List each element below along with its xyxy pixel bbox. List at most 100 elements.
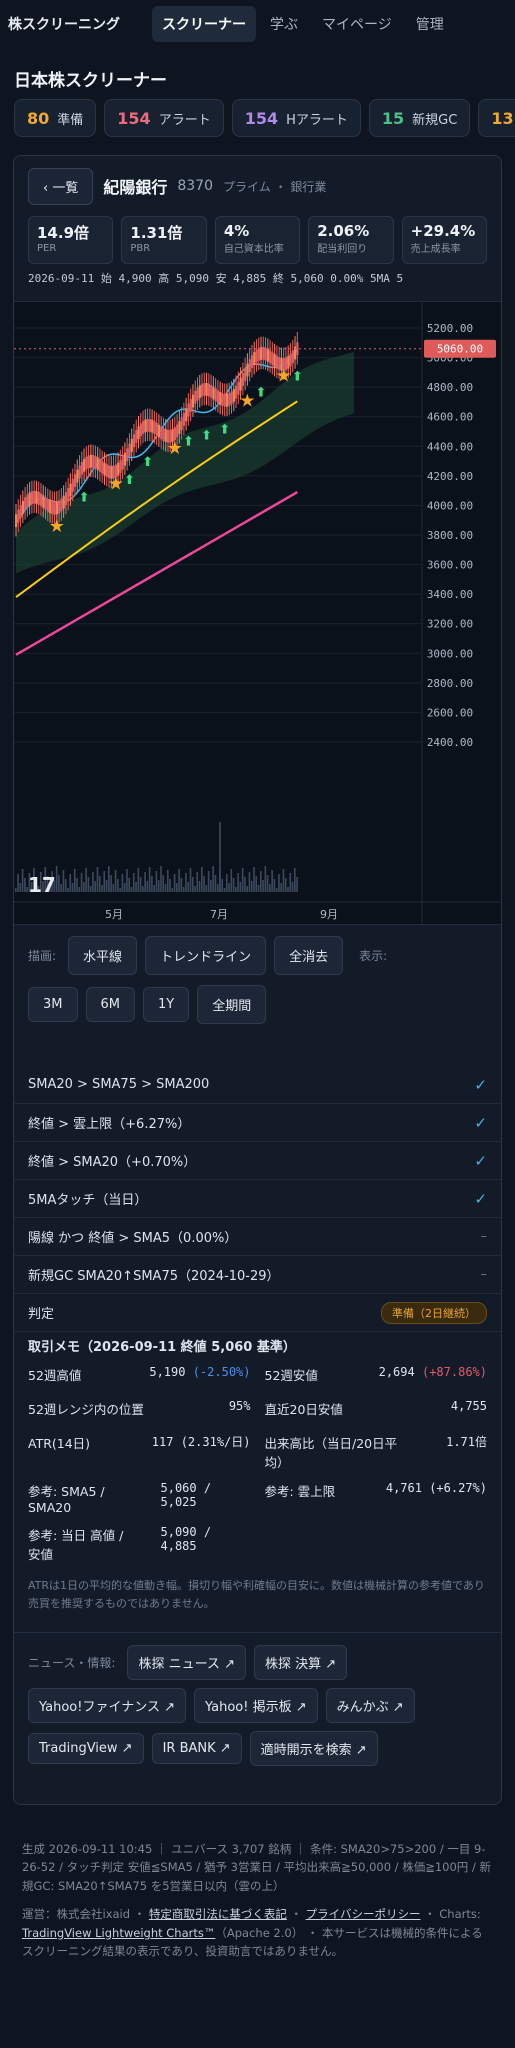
nav-admin[interactable]: 管理 bbox=[406, 6, 454, 42]
memo-sma: 参考: SMA5 / SMA20 5,060 / 5,025 bbox=[28, 1481, 212, 1515]
range-1y-button[interactable]: 1Y bbox=[143, 987, 190, 1022]
chart-svg[interactable]: 5200.005000.004800.004600.004400.004200.… bbox=[14, 302, 502, 926]
candle-body bbox=[123, 452, 127, 466]
candle-body bbox=[35, 491, 38, 504]
volume-bar bbox=[62, 870, 65, 892]
candle-body bbox=[71, 478, 74, 492]
candle-body bbox=[223, 393, 226, 407]
tradingview-link[interactable]: TradingView ↗ bbox=[28, 1733, 144, 1764]
nav-mypage[interactable]: マイページ bbox=[312, 6, 402, 42]
volume-bar bbox=[121, 874, 124, 892]
candle-body bbox=[201, 383, 204, 397]
x-tick-label: 5月 bbox=[105, 908, 123, 921]
candle-body bbox=[235, 385, 238, 399]
candle-body bbox=[58, 500, 61, 514]
clear-all-button[interactable]: 全消去 bbox=[274, 936, 344, 975]
check-icon: ✓ bbox=[474, 1151, 487, 1170]
price-chart[interactable]: 5200.00 5000.00 4800.00 4600.00 4400.00 4200.… bbox=[14, 301, 502, 926]
tokushoho-link[interactable]: 特定商取引法に基づく表記 bbox=[149, 1907, 287, 1921]
chip-more[interactable]: 13 bbox=[478, 99, 515, 137]
volume-bar bbox=[178, 869, 180, 892]
volume-bar bbox=[24, 878, 26, 892]
candle-body bbox=[216, 390, 220, 404]
candle-body bbox=[162, 428, 165, 441]
volume-bar bbox=[78, 887, 81, 892]
volume-bar bbox=[139, 877, 142, 892]
candle-body bbox=[253, 352, 256, 365]
candle-body bbox=[144, 419, 147, 433]
check-item: 5MAタッチ（当日） ✓ bbox=[14, 1180, 501, 1218]
volume-bar bbox=[130, 887, 133, 892]
volume-bar bbox=[85, 868, 87, 892]
chip-new-gc[interactable]: 15 新規GC bbox=[368, 99, 471, 137]
nav-screener[interactable]: スクリーナー bbox=[152, 6, 256, 42]
candle-body bbox=[46, 498, 49, 512]
candle-body bbox=[180, 417, 183, 431]
candle-body bbox=[21, 500, 25, 514]
chip-alert[interactable]: 154 アラート bbox=[104, 99, 224, 137]
volume-bar bbox=[280, 883, 283, 892]
dash-icon: – bbox=[480, 1229, 488, 1244]
kabutan-news-link[interactable]: 株探 ニュース ↗ bbox=[127, 1645, 246, 1680]
candle-body bbox=[80, 461, 83, 475]
candle-body bbox=[241, 372, 245, 386]
volume-bar bbox=[64, 879, 67, 892]
volume-bar bbox=[142, 886, 144, 892]
tradingview-logo-icon: 17 bbox=[28, 873, 56, 897]
volume-bar bbox=[173, 874, 176, 892]
volume-bar bbox=[137, 868, 140, 892]
volume-bar bbox=[189, 868, 192, 892]
volume-bar bbox=[225, 874, 228, 892]
candle-body bbox=[51, 501, 54, 515]
x-tick-label: 7月 bbox=[210, 908, 228, 921]
back-to-list-button[interactable]: ‹ 一覧 bbox=[28, 167, 94, 205]
x-tick-label: 9月 bbox=[320, 908, 338, 921]
volume-bar bbox=[216, 884, 219, 892]
irbank-link[interactable]: IR BANK ↗ bbox=[151, 1733, 242, 1764]
volume-bar bbox=[194, 886, 196, 892]
check-item: 新規GC SMA20↑SMA75（2024-10-29） – bbox=[14, 1256, 501, 1294]
candle-body bbox=[153, 421, 156, 434]
candle-body bbox=[28, 492, 31, 506]
candle-body bbox=[151, 419, 154, 433]
lightweight-charts-link[interactable]: TradingView Lightweight Charts™ bbox=[22, 1926, 215, 1940]
volume-bar bbox=[253, 867, 255, 892]
candle-body bbox=[255, 349, 258, 363]
trendline-button[interactable]: トレンドライン bbox=[145, 936, 267, 975]
range-6m-button[interactable]: 6M bbox=[85, 987, 135, 1022]
privacy-link[interactable]: プライバシーポリシー bbox=[306, 1907, 421, 1921]
kabutan-earnings-link[interactable]: 株探 決算 ↗ bbox=[253, 1645, 348, 1680]
horizontal-line-button[interactable]: 水平線 bbox=[68, 936, 138, 975]
tdnet-search-link[interactable]: 適時開示を検索 ↗ bbox=[249, 1731, 378, 1766]
range-3m-button[interactable]: 3M bbox=[28, 987, 78, 1022]
volume-bar bbox=[264, 866, 267, 892]
trade-memo: 取引メモ（2026-09-11 終値 5,060 基準） 52週高値 5,190 … bbox=[14, 1336, 501, 1612]
y-tick-label: 4600.00 bbox=[427, 411, 473, 424]
nav-learn[interactable]: 学ぶ bbox=[260, 6, 308, 42]
volume-bar bbox=[284, 878, 287, 892]
check-icon: ✓ bbox=[474, 1113, 487, 1132]
up-arrow-marker-icon: ⬆ bbox=[142, 455, 153, 470]
brand-logo[interactable]: 株スクリーニング bbox=[8, 14, 120, 34]
verdict-badge: 準備（2日継続） bbox=[381, 1301, 487, 1324]
chart-controls: 描画: 水平線 トレンドライン 全消去 表示: 3M 6M 1Y 全期間 bbox=[14, 936, 501, 1034]
yahoo-board-link[interactable]: Yahoo! 掲示板 ↗ bbox=[193, 1688, 318, 1723]
ichimoku-cloud bbox=[16, 351, 354, 574]
up-arrow-marker-icon: ⬆ bbox=[183, 434, 194, 449]
minkabu-link[interactable]: みんかぶ ↗ bbox=[325, 1688, 415, 1723]
candle-body bbox=[203, 382, 206, 396]
volume-bar bbox=[21, 869, 24, 892]
volume-bar bbox=[223, 888, 226, 892]
chip-h-alert[interactable]: 154 Hアラート bbox=[231, 99, 361, 137]
candle-body bbox=[44, 497, 47, 510]
candle-body bbox=[24, 497, 27, 511]
chip-prepare[interactable]: 80 準備 bbox=[14, 99, 97, 137]
candle-body bbox=[225, 393, 229, 407]
range-all-button[interactable]: 全期間 bbox=[197, 985, 267, 1024]
star-marker-icon: ★ bbox=[276, 365, 292, 386]
candle-body bbox=[296, 342, 299, 356]
volume-bar bbox=[262, 880, 264, 892]
yahoo-finance-link[interactable]: Yahoo!ファイナンス ↗ bbox=[28, 1688, 186, 1723]
candle-body bbox=[198, 385, 201, 399]
volume-bar bbox=[128, 878, 131, 892]
